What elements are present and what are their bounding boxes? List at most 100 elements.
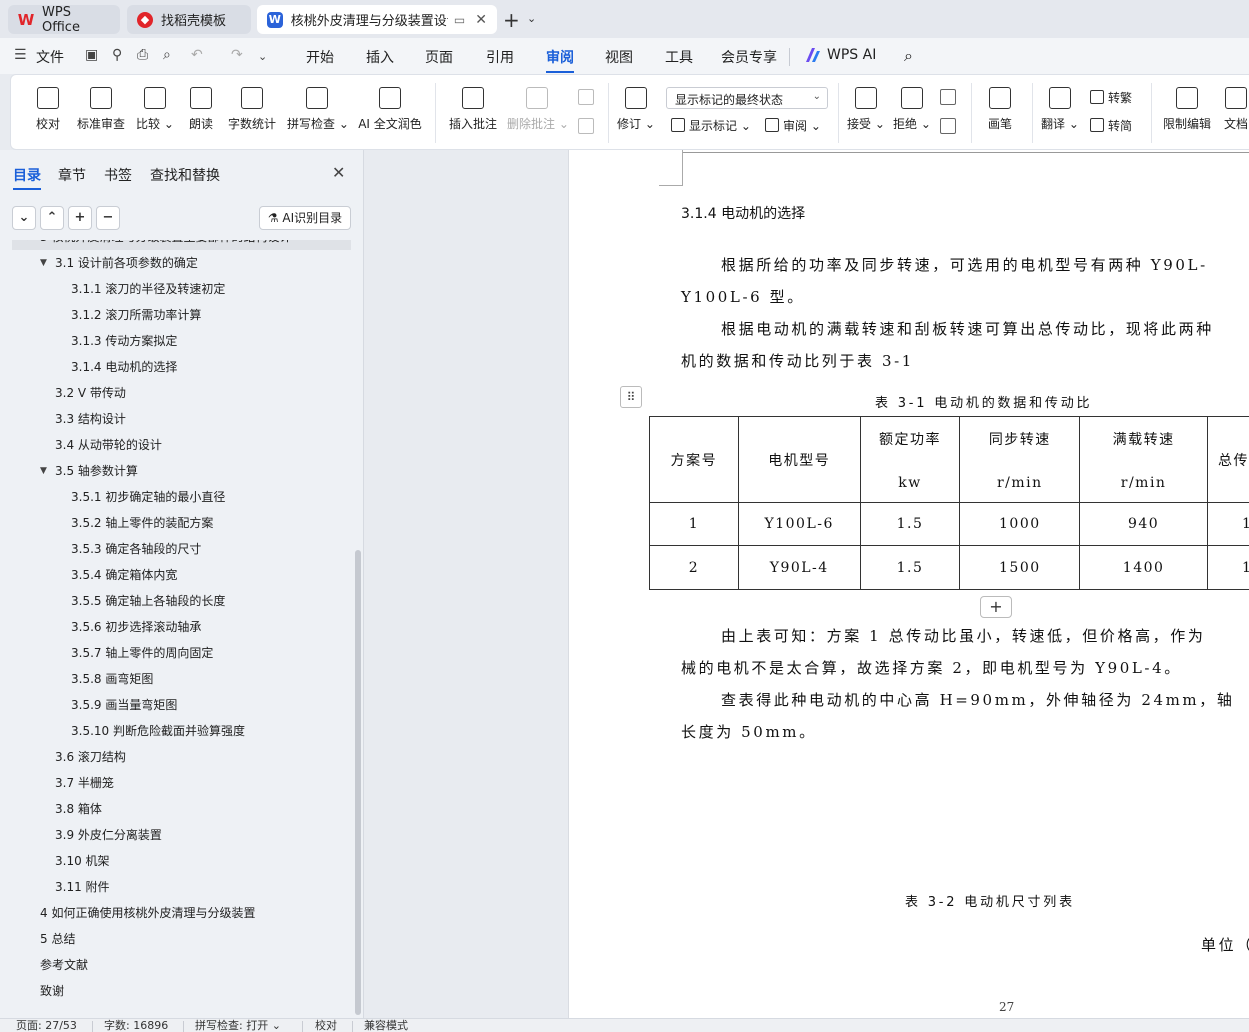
toc-item[interactable]: 3.5.1 初步确定轴的最小直径	[12, 484, 351, 510]
toc-item[interactable]: ▼ 3.5 轴参数计算	[12, 458, 351, 484]
paragraph-line[interactable]: 机的数据和传动比列于表 3-1	[681, 350, 914, 371]
status-page[interactable]: 页面: 27/53	[16, 1019, 77, 1032]
table-cell[interactable]: 1	[1207, 502, 1249, 546]
toc-item[interactable]: 3.1.4 电动机的选择	[12, 354, 351, 380]
toc-item[interactable]: 4 如何正确使用核桃外皮清理与分级装置	[12, 900, 351, 926]
pin-icon[interactable]: ⚲	[112, 47, 122, 63]
table-header-cell[interactable]: 满载转速 r/min	[1079, 416, 1208, 503]
toc-item[interactable]: 参考文献	[12, 952, 351, 978]
toc-item[interactable]: 3.5.8 画弯矩图	[12, 666, 351, 692]
table-cell[interactable]: 2	[649, 545, 739, 590]
toc-item[interactable]: 5 总结	[12, 926, 351, 952]
proofread-button[interactable]: 校对	[33, 87, 63, 132]
table-move-handle-icon[interactable]: ⠿	[620, 386, 642, 408]
next-change-icon[interactable]	[940, 118, 956, 134]
table-cell[interactable]: 1.5	[859, 502, 961, 546]
more-chevron-icon[interactable]: ⌄	[258, 50, 267, 63]
toc-item[interactable]: 3.1.3 传动方案拟定	[12, 328, 351, 354]
toc-item[interactable]: 3.3 结构设计	[12, 406, 351, 432]
nav-tab-chapters[interactable]: 章节	[58, 165, 86, 185]
status-spell-check[interactable]: 拼写检查: 打开 ⌄	[195, 1019, 281, 1032]
menu-review[interactable]: 审阅	[546, 47, 574, 67]
delete-comment-button[interactable]: 删除批注 ⌄	[507, 87, 569, 132]
add-table-row-button[interactable]: +	[980, 596, 1012, 618]
paragraph-line[interactable]: 长度为 50mm。	[681, 721, 817, 742]
ai-toc-button[interactable]: ⚗ AI识别目录	[259, 206, 351, 230]
tab-wps-office[interactable]: W WPS Office	[8, 5, 120, 35]
insert-comment-button[interactable]: 插入批注	[447, 87, 499, 132]
hamburger-icon[interactable]: ☰	[14, 47, 27, 63]
restrict-edit-button[interactable]: 限制编辑	[1161, 87, 1213, 132]
toc-item[interactable]: 3.5.3 确定各轴段的尺寸	[12, 536, 351, 562]
nav-tab-toc[interactable]: 目录	[13, 165, 41, 185]
tab-list-chevron-icon[interactable]: ⌄	[527, 12, 536, 25]
reject-button[interactable]: 拒绝 ⌄	[893, 87, 931, 132]
toc-item[interactable]: 3.1.2 滚刀所需功率计算	[12, 302, 351, 328]
toc-item[interactable]: 3.5.10 判断危险截面并验算强度	[12, 718, 351, 744]
table-header-cell[interactable]: 方案号	[649, 416, 739, 503]
toc-item[interactable]: 3.5.7 轴上零件的周向固定	[12, 640, 351, 666]
expand-caret-icon[interactable]: ▼	[40, 250, 47, 276]
redo-icon[interactable]: ↷	[231, 47, 243, 63]
toc-item[interactable]: 3.5.4 确定箱体内宽	[12, 562, 351, 588]
table-cell[interactable]: 1400	[1079, 545, 1208, 590]
toc-item[interactable]: 3.1.1 滚刀的半径及转速初定	[12, 276, 351, 302]
table-cell[interactable]: Y100L-6	[737, 502, 861, 546]
markup-mode-select[interactable]: 显示标记的最终状态 ⌄	[666, 87, 828, 109]
nav-scrollbar-thumb[interactable]	[355, 550, 361, 1015]
document-page[interactable]: 3.1.4 电动机的选择 根据所给的功率及同步转速，可选用的电机型号有两种 Y9…	[568, 150, 1249, 1018]
table-cell[interactable]: 1	[1207, 545, 1249, 590]
menu-tools[interactable]: 工具	[665, 47, 693, 67]
save-icon[interactable]: ▣	[85, 47, 98, 63]
unit-label[interactable]: 单位（	[1201, 934, 1249, 955]
status-proofread[interactable]: 校对	[315, 1019, 337, 1032]
toc-item[interactable]: 3.6 滚刀结构	[12, 744, 351, 770]
table-caption[interactable]: 表 3-1 电动机的数据和传动比	[875, 392, 1092, 411]
add-heading-button[interactable]: +	[68, 206, 92, 230]
standard-review-button[interactable]: 标准审查	[75, 87, 127, 132]
paragraph-line[interactable]: 根据所给的功率及同步转速，可选用的电机型号有两种 Y90L-	[721, 254, 1208, 275]
toc-item[interactable]: 3.5.2 轴上零件的装配方案	[12, 510, 351, 536]
toc-item[interactable]: 3.2 V 带传动	[12, 380, 351, 406]
previous-change-icon[interactable]	[940, 89, 956, 105]
toc-item[interactable]: 3.5.9 画当量弯矩图	[12, 692, 351, 718]
to-traditional-button[interactable]: 转繁	[1090, 89, 1132, 106]
table-caption[interactable]: 表 3-2 电动机尺寸列表	[905, 891, 1075, 910]
table-header-cell[interactable]: 总传	[1207, 416, 1249, 503]
paragraph-line[interactable]: Y100L-6 型。	[681, 286, 805, 307]
nav-tab-bookmarks[interactable]: 书签	[104, 165, 132, 185]
ink-button[interactable]: 画笔	[985, 87, 1015, 132]
remove-heading-button[interactable]: −	[96, 206, 120, 230]
toc-item[interactable]: 3.5.6 初步选择滚动轴承	[12, 614, 351, 640]
menu-start[interactable]: 开始	[306, 47, 334, 67]
print-icon[interactable]: ⎙	[137, 47, 148, 63]
menu-page[interactable]: 页面	[425, 47, 453, 67]
table-cell[interactable]: 940	[1079, 502, 1208, 546]
menu-view[interactable]: 视图	[605, 47, 633, 67]
menu-insert[interactable]: 插入	[366, 47, 394, 67]
next-comment-icon[interactable]	[578, 118, 594, 134]
tab-template[interactable]: ◆ 找稻壳模板	[127, 5, 251, 34]
menu-reference[interactable]: 引用	[486, 47, 514, 67]
search-icon[interactable]: ⌕	[904, 46, 913, 66]
document-permission-button[interactable]: 文档	[1222, 87, 1249, 132]
collapse-down-button[interactable]: ⌄	[12, 206, 36, 230]
print-preview-icon[interactable]: ⌕	[163, 47, 171, 63]
menu-member[interactable]: 会员专享	[721, 47, 777, 67]
menu-file[interactable]: 文件	[36, 47, 64, 67]
toc-item[interactable]: 致谢	[12, 978, 351, 1004]
ai-polish-button[interactable]: AI 全文润色	[357, 87, 423, 132]
nav-tab-find-replace[interactable]: 查找和替换	[150, 165, 220, 185]
table-cell[interactable]: 1	[649, 502, 739, 546]
status-word-count[interactable]: 字数: 16896	[104, 1019, 168, 1032]
toc-item[interactable]: 3.9 外皮仁分离装置	[12, 822, 351, 848]
table-cell[interactable]: Y90L-4	[737, 545, 861, 590]
toc-item[interactable]: 3.4 从动带轮的设计	[12, 432, 351, 458]
paragraph-line[interactable]: 械的电机不是太合算，故选择方案 2，即电机型号为 Y90L-4。	[681, 657, 1182, 678]
paragraph-line[interactable]: 查表得此种电动机的中心高 H=90mm，外伸轴径为 24mm，轴	[721, 689, 1234, 710]
toc-item[interactable]: 3.11 附件	[12, 874, 351, 900]
expand-caret-icon[interactable]: ▼	[40, 458, 47, 484]
to-simplified-button[interactable]: 转简	[1090, 117, 1132, 134]
toc-item[interactable]: 3.8 箱体	[12, 796, 351, 822]
read-aloud-button[interactable]: 朗读	[186, 87, 216, 132]
